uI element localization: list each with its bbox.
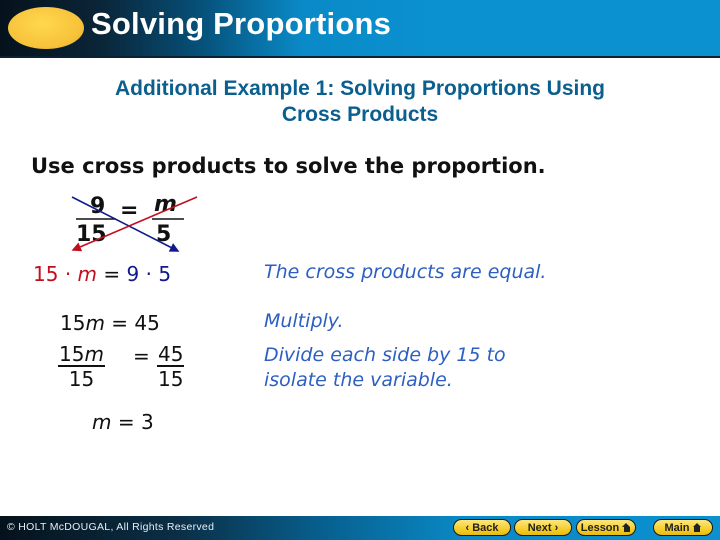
step-1-equation: 15 · m = 9 · 5 <box>33 262 171 286</box>
step-2-equation: 15m = 45 <box>60 311 160 335</box>
step-1-left-dot: · <box>64 262 72 286</box>
step-2-rhs: 45 <box>134 311 160 335</box>
home-icon <box>692 523 702 532</box>
step-1-right-number-2: 5 <box>158 262 172 286</box>
step-3-right-numerator: 45 <box>157 342 185 367</box>
example-heading-line2: Cross Products <box>281 103 439 126</box>
step-2-variable: m <box>85 311 105 335</box>
step-1-right-number: 9 <box>126 262 140 286</box>
step-1-left-variable: m <box>77 262 98 286</box>
slide-footer: © HOLT McDOUGAL, All Rights Reserved ‹ B… <box>0 516 720 540</box>
step-3-left-fraction: 15m 15 <box>58 343 105 391</box>
copyright-text: © HOLT McDOUGAL, All Rights Reserved <box>7 521 215 533</box>
step-1-equals: = <box>103 262 121 286</box>
step-1-right-dot: · <box>145 262 152 286</box>
step-1-note: The cross products are equal. <box>264 261 547 283</box>
step-3-left-numerator: 15m <box>58 343 105 367</box>
chevron-right-icon: › <box>554 521 559 534</box>
step-3-right-denominator: 15 <box>158 367 184 391</box>
step-3-left-denominator: 15 <box>68 367 95 391</box>
step-3-num-variable: m <box>84 342 104 366</box>
step-3-num-coefficient: 15 <box>59 342 85 366</box>
step-4-rhs: 3 <box>140 410 154 434</box>
chevron-left-icon: ‹ <box>465 521 470 534</box>
slide-title: Solving Proportions <box>91 6 392 41</box>
cross-arrows <box>71 196 198 252</box>
proportion-diagram: 9 15 = m 5 <box>40 180 240 260</box>
next-label: Next <box>527 521 552 534</box>
back-button[interactable]: ‹ Back <box>453 519 511 536</box>
step-4-variable: m <box>92 410 112 434</box>
main-label: Main <box>664 521 690 534</box>
back-label: Back <box>472 521 499 534</box>
main-button[interactable]: Main <box>653 519 713 536</box>
step-4-equals: = <box>117 410 135 434</box>
instruction-text: Use cross products to solve the proporti… <box>31 154 546 178</box>
step-4-equation: m = 3 <box>92 410 154 434</box>
lesson-label: Lesson <box>580 521 620 534</box>
home-icon <box>622 523 631 532</box>
step-3-equals: = <box>133 344 150 368</box>
slide-header: Solving Proportions <box>0 0 720 58</box>
step-3-note-line1: Divide each side by 15 to <box>264 344 506 366</box>
next-button[interactable]: Next › <box>514 519 572 536</box>
red-cross-arrow <box>71 196 198 252</box>
lesson-button[interactable]: Lesson <box>576 519 636 536</box>
yellow-orb-logo <box>8 7 84 49</box>
step-3-right-fraction: 45 15 <box>157 342 185 391</box>
step-2-coefficient: 15 <box>60 311 86 335</box>
step-2-note: Multiply. <box>264 310 344 332</box>
example-heading: Additional Example 1: Solving Proportion… <box>0 76 720 128</box>
step-1-left-number: 15 <box>33 262 59 286</box>
example-heading-line1: Additional Example 1: Solving Proportion… <box>114 77 606 100</box>
step-3-note: Divide each side by 15 to isolate the va… <box>264 343 506 393</box>
step-2-equals: = <box>111 311 129 335</box>
step-3-note-line2: isolate the variable. <box>264 369 453 391</box>
